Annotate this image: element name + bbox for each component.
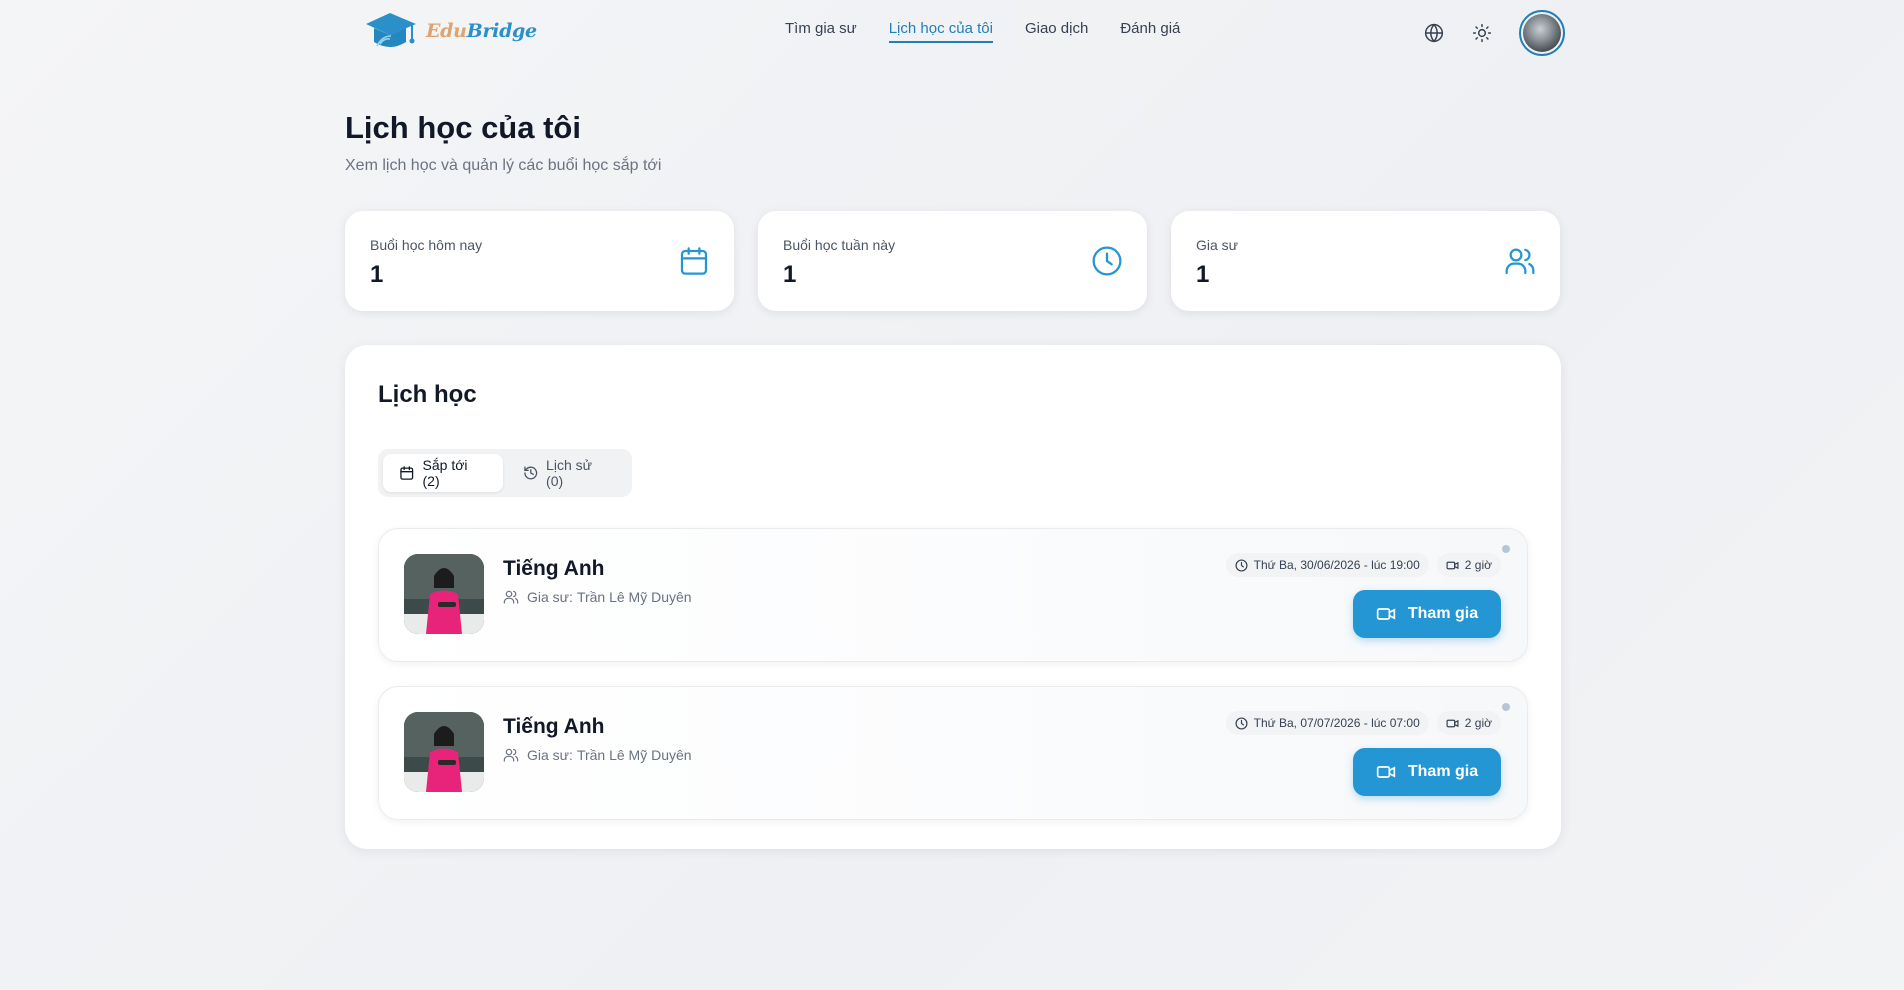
avatar-image: [1523, 14, 1561, 52]
schedule-tabs: Sắp tới (2) Lịch sử (0): [378, 449, 632, 497]
sun-icon[interactable]: [1471, 22, 1493, 44]
stat-card-tutors: Gia sư 1: [1171, 211, 1560, 311]
users-icon: [503, 590, 519, 604]
clock-icon: [1092, 246, 1122, 276]
join-button[interactable]: Tham gia: [1353, 748, 1501, 796]
session-datetime: Thứ Ba, 07/07/2026 - lúc 07:00: [1225, 711, 1429, 735]
session-duration: 2 giờ: [1436, 553, 1501, 577]
video-icon: [1376, 766, 1396, 778]
brand-name-bridge: Bridge: [466, 20, 537, 42]
status-dot: [1502, 545, 1510, 553]
duration-text: 2 giờ: [1464, 558, 1492, 572]
tab-history[interactable]: Lịch sử (0): [507, 454, 627, 492]
tutor-name: Trần Lê Mỹ Duyên: [576, 589, 692, 605]
schedule-panel: Lịch học Sắp tới (2) Lịch sử (0) Tiếng A…: [345, 345, 1561, 849]
tutor-photo: [404, 712, 484, 792]
brand-name-edu: Edu: [426, 20, 467, 42]
session-duration: 2 giờ: [1436, 711, 1501, 735]
header-actions: [1423, 10, 1565, 56]
stat-card-week: Buổi học tuần này 1: [758, 211, 1147, 311]
brand-name: EduBridge: [426, 20, 537, 42]
video-icon: [1376, 608, 1396, 620]
stat-label: Buổi học tuần này: [783, 237, 896, 253]
session-meta: Thứ Ba, 30/06/2026 - lúc 19:00 2 giờ: [1225, 553, 1501, 577]
calendar-icon: [680, 247, 708, 275]
clock-icon: [1235, 558, 1248, 572]
stat-value: 1: [370, 261, 384, 288]
stats-row: Buổi học hôm nay 1 Buổi học tuần này 1 G…: [345, 211, 1560, 311]
join-label: Tham gia: [1407, 763, 1479, 780]
stat-value: 1: [1196, 261, 1210, 288]
clock-icon: [1235, 716, 1248, 730]
datetime-text: Thứ Ba, 30/06/2026 - lúc 19:00: [1253, 558, 1420, 572]
stat-label: Gia sư: [1196, 237, 1239, 253]
datetime-text: Thứ Ba, 07/07/2026 - lúc 07:00: [1253, 716, 1420, 730]
history-icon: [523, 466, 537, 480]
page-title: Lịch học của tôi: [345, 110, 581, 145]
page-subtitle: Xem lịch học và quản lý các buổi học sắp…: [345, 157, 662, 174]
brand-logo[interactable]: EduBridge: [362, 10, 537, 52]
calendar-icon: [400, 466, 414, 480]
avatar[interactable]: [1519, 10, 1565, 56]
session-tutor: Gia sư: Trần Lê Mỹ Duyên: [503, 747, 692, 763]
nav-reviews[interactable]: Đánh giá: [1120, 20, 1180, 43]
video-icon: [1446, 561, 1459, 569]
video-icon: [1446, 719, 1459, 727]
status-dot: [1502, 703, 1510, 711]
session-card[interactable]: Tiếng Anh Gia sư: Trần Lê Mỹ Duyên Thứ Ba…: [378, 686, 1528, 820]
users-icon: [1505, 248, 1535, 275]
tab-label: Lịch sử (0): [546, 457, 592, 489]
globe-icon[interactable]: [1423, 22, 1445, 44]
users-icon: [503, 748, 519, 762]
join-button[interactable]: Tham gia: [1353, 590, 1501, 638]
top-navbar: EduBridge Tìm gia sư Lịch học của tôi Gi…: [0, 0, 1904, 62]
session-tutor: Gia sư: Trần Lê Mỹ Duyên: [503, 589, 692, 605]
stat-card-today: Buổi học hôm nay 1: [345, 211, 734, 311]
main-nav: Tìm gia sư Lịch học của tôi Giao dịch Đá…: [785, 20, 1180, 43]
session-card[interactable]: Tiếng Anh Gia sư: Trần Lê Mỹ Duyên Thứ Ba…: [378, 528, 1528, 662]
join-label: Tham gia: [1407, 605, 1479, 622]
nav-my-schedule[interactable]: Lịch học của tôi: [888, 20, 993, 43]
session-subject: Tiếng Anh: [503, 557, 605, 580]
session-meta: Thứ Ba, 07/07/2026 - lúc 07:00 2 giờ: [1225, 711, 1501, 735]
schedule-title: Lịch học: [378, 381, 477, 408]
nav-find-tutor[interactable]: Tìm gia sư: [785, 20, 857, 43]
tab-label: Sắp tới (2): [422, 457, 468, 489]
tutor-photo: [404, 554, 484, 634]
session-datetime: Thứ Ba, 30/06/2026 - lúc 19:00: [1225, 553, 1429, 577]
tab-upcoming[interactable]: Sắp tới (2): [383, 454, 503, 492]
nav-transactions[interactable]: Giao dịch: [1025, 20, 1088, 43]
tutor-prefix: Gia sư:: [527, 747, 573, 763]
session-subject: Tiếng Anh: [503, 715, 605, 738]
tutor-name: Trần Lê Mỹ Duyên: [576, 747, 692, 763]
duration-text: 2 giờ: [1464, 716, 1492, 730]
stat-value: 1: [783, 261, 797, 288]
graduation-cap-icon: [366, 13, 416, 47]
stat-label: Buổi học hôm nay: [370, 237, 483, 253]
tutor-prefix: Gia sư:: [527, 589, 573, 605]
